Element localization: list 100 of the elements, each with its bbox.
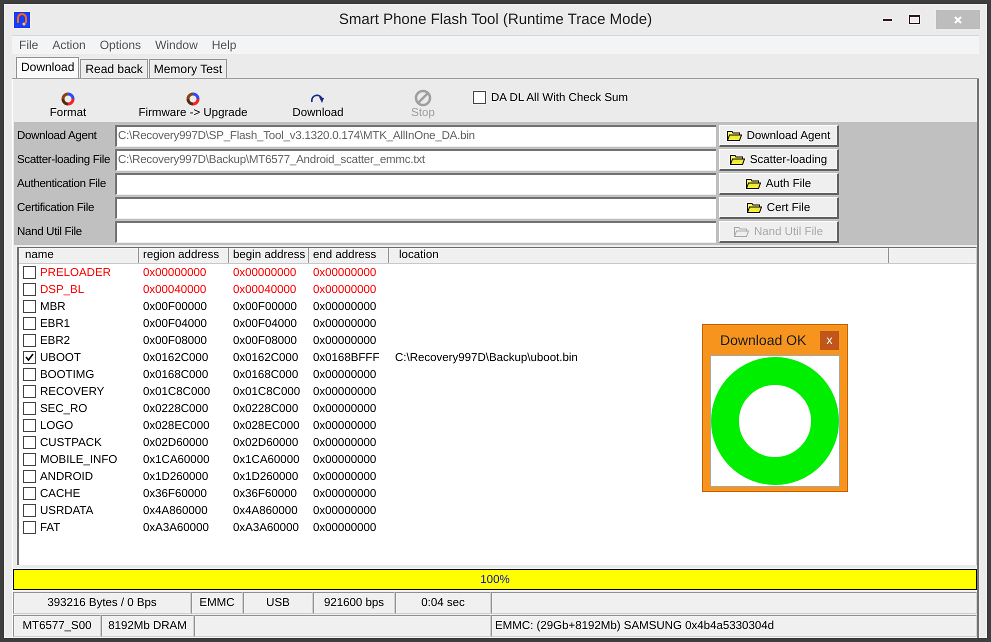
tab[interactable]: Download [16, 57, 80, 78]
table-cell-text: 0x00000000 [312, 318, 378, 330]
minimize-icon[interactable] [883, 18, 893, 22]
partition-name: UBOOT [40, 352, 81, 364]
table-cell-text: 0x01C8C000 [142, 386, 212, 398]
status-cell: USB [243, 592, 313, 614]
column-header[interactable]: location [389, 248, 889, 263]
partition-name: PRELOADER [40, 266, 111, 278]
partition-name: RECOVERY [40, 386, 104, 398]
partition-name: DSP_BL [40, 284, 84, 296]
toolbar-button[interactable]: Download [288, 82, 348, 118]
file-path-field[interactable] [115, 221, 716, 243]
table-cell-text: 0x00000000 [312, 284, 378, 296]
browse-button[interactable]: Download Agent [719, 125, 839, 147]
browse-button[interactable]: Cert File [719, 197, 839, 219]
table-cell-text: 0x0162C000 [142, 352, 210, 364]
table-cell-text: 0x028EC000 [232, 420, 300, 432]
table-cell-text: 0x00000000 [312, 436, 378, 448]
row-checkbox[interactable] [23, 504, 36, 517]
toolbar-button[interactable]: Format [43, 82, 93, 118]
table-cell-text: 0x00000000 [312, 402, 378, 414]
table-cell-text: 0x028EC000 [142, 420, 210, 432]
folder-icon [730, 154, 745, 165]
table-cell-text: 0xA3A60000 [232, 522, 300, 534]
menu-item[interactable]: File [12, 38, 46, 52]
row-checkbox[interactable] [23, 385, 36, 398]
partition-name: CUSTPACK [40, 436, 102, 448]
row-checkbox[interactable] [23, 436, 36, 449]
file-path-field[interactable]: C:\Recovery997D\Backup\MT6577_Android_scatter_emmc.txt [115, 149, 716, 171]
row-checkbox[interactable] [23, 487, 36, 500]
row-checkbox[interactable] [23, 351, 36, 364]
folder-icon [726, 130, 742, 141]
row-checkbox[interactable] [23, 402, 36, 415]
table-cell-text: 0x0228C000 [142, 402, 210, 414]
tab[interactable]: Read back [80, 59, 148, 78]
row-checkbox[interactable] [23, 419, 36, 432]
status-cell: EMMC: (29Gb+8192Mb) SAMSUNG 0x4b4a5330304d [491, 615, 977, 637]
window-title: Smart Phone Flash Tool (Runtime Trace Mode) [338, 11, 652, 28]
toolbar-button[interactable]: Firmware -> Upgrade [138, 82, 248, 118]
row-checkbox[interactable] [23, 453, 36, 466]
progress-text: 100% [480, 574, 510, 586]
table-cell-text: 0x00F04000 [142, 318, 208, 330]
table-cell-text: 0x00040000 [142, 284, 208, 296]
column-header[interactable]: name [19, 248, 139, 263]
column-header[interactable]: begin address [229, 248, 309, 263]
browse-button[interactable]: Auth File [719, 173, 839, 195]
stop-icon [414, 88, 432, 106]
table-cell-text: 0x1D260000 [232, 470, 300, 482]
dialog-title: Download OK [720, 332, 806, 348]
row-checkbox[interactable] [23, 470, 36, 483]
table-cell-text: 0x36F60000 [142, 488, 208, 500]
menu-item[interactable]: Help [204, 38, 244, 52]
status-cell: 0:04 sec [395, 592, 491, 614]
table-cell-text: 0x00F04000 [232, 318, 298, 330]
table-cell-text: C:\Recovery997D\Backup\uboot.bin [394, 352, 579, 364]
column-header[interactable]: region address [139, 248, 229, 263]
close-button[interactable]: x [820, 330, 839, 350]
menu-item[interactable]: Window [148, 38, 205, 52]
file-path-field[interactable] [115, 173, 716, 195]
column-header[interactable]: end address [309, 248, 389, 263]
row-checkbox[interactable] [23, 266, 36, 279]
table-cell-text: 0x00000000 [312, 334, 378, 346]
partition-name: SEC_RO [40, 402, 88, 414]
row-checkbox[interactable] [23, 300, 36, 313]
status-cell: MT6577_S00 [13, 615, 101, 637]
table-cell-text: 0x00040000 [232, 284, 298, 296]
table-cell-text: 0x00F08000 [142, 334, 208, 346]
folder-icon [746, 178, 761, 189]
menu-item[interactable]: Options [92, 38, 148, 52]
table-cell-text: 0x00000000 [312, 470, 378, 482]
status-cell: 393216 Bytes / 0 Bps [13, 592, 191, 614]
browse-button[interactable]: Scatter-loading [719, 149, 839, 171]
menu-item[interactable]: Action [45, 38, 93, 52]
file-path-field[interactable] [115, 197, 716, 219]
table-cell-text: 0x00F00000 [232, 300, 298, 312]
table-cell-text: 0x36F60000 [232, 488, 298, 500]
row-checkbox[interactable] [23, 283, 36, 296]
circular-arrows-icon [185, 90, 201, 106]
row-checkbox[interactable] [23, 317, 36, 330]
table-cell-text: 0x0162C000 [232, 352, 300, 364]
table-cell-text: 0x02D60000 [232, 436, 300, 448]
app-icon [14, 12, 30, 28]
table-cell-text: 0x1CA60000 [232, 454, 300, 466]
table-cell-text: 0x00000000 [312, 420, 378, 432]
partition-name: MOBILE_INFO [40, 454, 118, 466]
table-cell-text: 0x4A860000 [232, 504, 299, 516]
maximize-icon[interactable] [909, 15, 920, 24]
tab[interactable]: Memory Test [148, 59, 228, 78]
checksum-checkbox[interactable]: DA DL All With Check Sum [473, 91, 628, 104]
partition-name: USRDATA [40, 504, 94, 516]
row-checkbox[interactable] [23, 521, 36, 534]
row-checkbox[interactable] [23, 334, 36, 347]
table-cell-text: 0x0168C000 [142, 368, 210, 380]
table-cell-text: 0x00000000 [312, 266, 378, 278]
table-cell-text: 0x4A860000 [142, 504, 209, 516]
table-cell-text: 0x01C8C000 [232, 386, 302, 398]
folder-icon [734, 226, 749, 237]
row-checkbox[interactable] [23, 368, 36, 381]
file-path-field[interactable]: C:\Recovery997D\SP_Flash_Tool_v3.1320.0.174\MTK_AllInOne_DA.bin [115, 125, 716, 147]
field-label: Certification File [16, 202, 96, 214]
